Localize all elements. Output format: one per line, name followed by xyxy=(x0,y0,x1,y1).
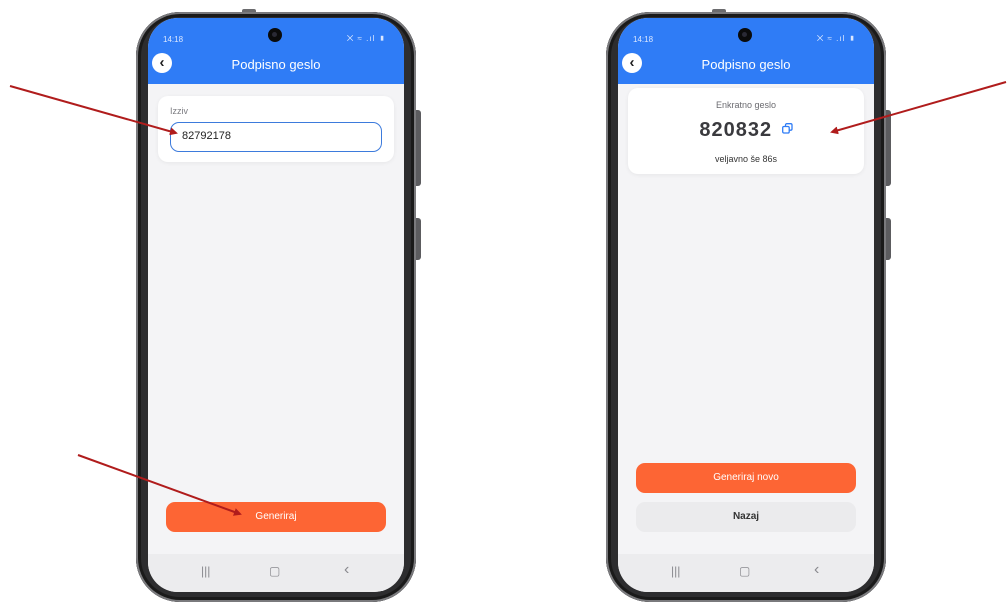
arrow-to-challenge-input xyxy=(9,85,178,136)
annotation-arrows xyxy=(9,81,1007,516)
arrow-to-generate-button xyxy=(77,454,242,516)
arrow-to-otp-value xyxy=(830,81,1007,135)
